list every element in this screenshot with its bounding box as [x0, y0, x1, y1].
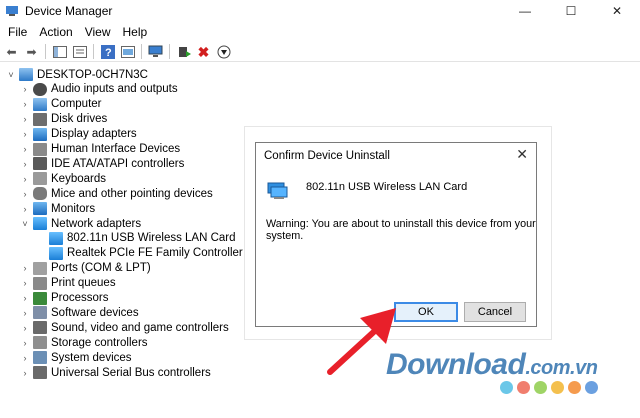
watermark-brand: Download [386, 348, 526, 381]
watermark-dot [517, 381, 530, 394]
watermark-suffix: .com.vn [525, 357, 598, 379]
watermark-dots [500, 381, 598, 394]
watermark-dot [585, 381, 598, 394]
watermark-dot [500, 381, 513, 394]
watermark-dot [551, 381, 564, 394]
watermark-dot [534, 381, 547, 394]
watermark-logo: Download.com.vn [386, 348, 598, 382]
watermark-dot [568, 381, 581, 394]
